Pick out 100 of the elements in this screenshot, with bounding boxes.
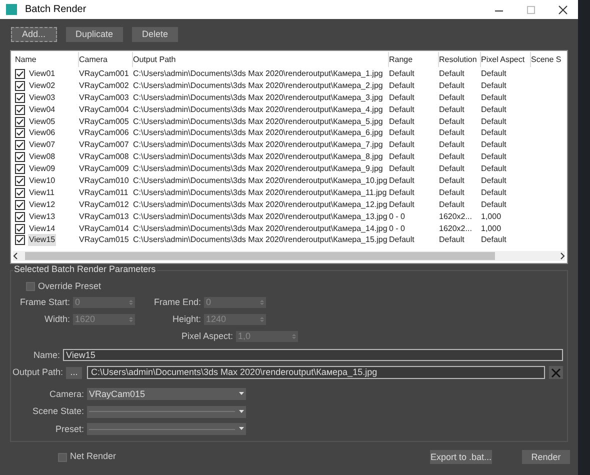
checkbox[interactable] <box>15 212 25 222</box>
row-name[interactable]: View10 <box>28 175 56 188</box>
checkbox[interactable] <box>15 188 25 198</box>
table-cell: C:\Users\admin\Documents\3ds Max 2020\renderoutput\Камера_11.jpg <box>133 188 387 197</box>
row-name[interactable]: View13 <box>28 210 56 223</box>
table-cell: VRayCam012 <box>79 200 129 209</box>
table-cell: Default <box>439 188 464 197</box>
column-header[interactable]: Output Path <box>133 54 176 66</box>
table-cell: Default <box>389 235 414 244</box>
field-label: Frame Start: <box>18 296 71 309</box>
row-name[interactable]: View11 <box>28 186 56 199</box>
table-cell: Default <box>389 152 414 162</box>
checkbox[interactable] <box>15 80 25 91</box>
field-label: Camera: <box>48 388 85 400</box>
column-header[interactable]: Camera <box>79 54 108 66</box>
table-cell: C:\Users\admin\Documents\3ds Max 2020\renderoutput\Камера_3.jpg <box>133 92 383 102</box>
table-cell: Default <box>389 176 414 186</box>
toolbar-button[interactable]: Delete <box>132 27 178 42</box>
output-path-field[interactable]: C:\Users\admin\Documents\3ds Max 2020\renderoutput\Камера_15.jpg <box>87 366 545 380</box>
table-cell: Default <box>389 188 414 197</box>
table-cell: Default <box>389 104 414 114</box>
table-cell: VRayCam006 <box>79 128 129 138</box>
row-name[interactable]: View02 <box>28 80 56 92</box>
table-cell: 0 - 0 <box>389 224 406 233</box>
table-cell: Default <box>481 80 506 90</box>
table-cell: Default <box>439 92 464 102</box>
table-cell: Default <box>481 152 506 162</box>
checkbox[interactable] <box>15 104 25 115</box>
checkbox[interactable] <box>15 116 25 127</box>
table-cell: Default <box>439 152 464 162</box>
table-cell: Default <box>439 69 464 78</box>
table-cell: VRayCam007 <box>79 140 129 150</box>
row-name[interactable]: View12 <box>28 198 56 211</box>
table-cell: Default <box>439 116 464 126</box>
checkbox-label: Override Preset <box>38 280 102 293</box>
table-cell: Default <box>481 92 506 102</box>
browse-button[interactable]: ... <box>66 366 82 379</box>
table-cell: Default <box>389 164 414 174</box>
app-logo-icon <box>6 4 17 15</box>
scroll-left-icon[interactable] <box>13 252 19 260</box>
footer-button[interactable]: Export to .bat... <box>430 450 492 464</box>
checkbox[interactable] <box>58 452 67 462</box>
window-title: Batch Render <box>25 3 86 17</box>
row-name[interactable]: View01 <box>28 68 56 80</box>
row-name[interactable]: View09 <box>28 163 56 176</box>
table-cell: C:\Users\admin\Documents\3ds Max 2020\renderoutput\Камера_10.jpg <box>133 176 388 186</box>
checkbox[interactable] <box>26 282 35 292</box>
table-cell: C:\Users\admin\Documents\3ds Max 2020\renderoutput\Камера_5.jpg <box>133 116 383 126</box>
table-cell: Default <box>389 140 414 150</box>
checkbox[interactable] <box>15 200 25 210</box>
checkbox-label: Net Render <box>70 450 116 464</box>
table-cell: C:\Users\admin\Documents\3ds Max 2020\renderoutput\Камера_7.jpg <box>133 140 383 150</box>
table-cell: Default <box>439 235 464 244</box>
footer-button[interactable]: Render <box>522 450 570 464</box>
toolbar-button[interactable]: Add... <box>11 27 57 42</box>
column-header[interactable]: Resolution <box>439 54 477 66</box>
table-cell: VRayCam011 <box>79 188 128 197</box>
checkbox[interactable] <box>15 224 25 234</box>
row-name[interactable]: View07 <box>28 139 56 152</box>
checkbox[interactable] <box>15 176 25 186</box>
table-cell: VRayCam005 <box>79 116 129 126</box>
checkbox[interactable] <box>15 140 25 150</box>
row-name[interactable]: View14 <box>28 222 56 235</box>
checkbox[interactable] <box>15 235 25 246</box>
close-icon[interactable] <box>558 4 568 14</box>
table-cell: C:\Users\admin\Documents\3ds Max 2020\renderoutput\Камера_6.jpg <box>133 128 383 138</box>
name-field[interactable]: View15 <box>63 349 563 362</box>
row-name[interactable]: View03 <box>28 92 56 104</box>
row-name[interactable]: View08 <box>28 151 56 164</box>
toolbar-button[interactable]: Duplicate <box>66 27 124 42</box>
table-cell: Default <box>439 80 464 90</box>
column-header[interactable]: Pixel Aspect <box>481 54 525 66</box>
checkbox[interactable] <box>15 164 25 174</box>
table-cell: 1,000 <box>481 224 502 233</box>
column-header[interactable]: Name <box>15 54 36 66</box>
row-name[interactable]: View04 <box>28 104 56 116</box>
table-cell: Default <box>481 188 506 197</box>
clear-path-button[interactable] <box>549 366 563 380</box>
row-name[interactable]: View15 <box>28 234 56 246</box>
table-cell: C:\Users\admin\Documents\3ds Max 2020\renderoutput\Камера_15.jpg <box>133 235 388 244</box>
dropdown-caret-icon <box>239 392 244 396</box>
table-cell: Default <box>439 128 464 138</box>
table-cell: Default <box>439 164 464 174</box>
row-name[interactable]: View05 <box>28 116 56 128</box>
field-label: Output Path: <box>11 366 64 379</box>
table-cell: Default <box>481 200 506 209</box>
field-label: Width: <box>43 312 71 326</box>
table-cell: Default <box>439 200 464 209</box>
column-header[interactable]: Scene S <box>531 54 562 66</box>
column-header[interactable]: Range <box>389 54 413 66</box>
table-cell: Default <box>481 176 506 186</box>
dropdown[interactable]: VRayCam015 <box>87 388 246 400</box>
row-name[interactable]: View06 <box>28 127 56 140</box>
checkbox[interactable] <box>15 69 25 79</box>
checkbox[interactable] <box>15 92 25 103</box>
scroll-right-icon[interactable] <box>559 252 565 260</box>
table-cell: Default <box>439 140 464 150</box>
checkbox[interactable] <box>15 128 25 138</box>
table-cell: Default <box>481 128 506 138</box>
checkbox[interactable] <box>15 152 25 162</box>
